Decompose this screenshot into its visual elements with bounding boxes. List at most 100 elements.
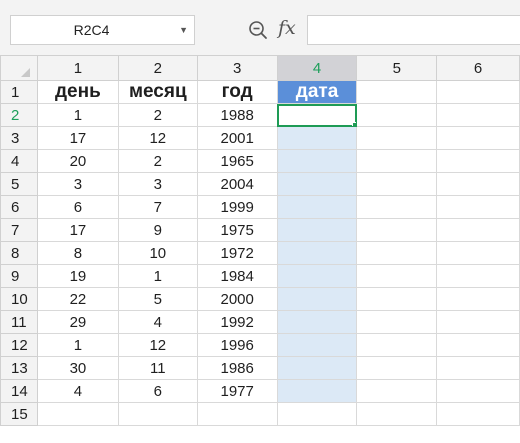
- cell-r11-c4[interactable]: [276, 310, 358, 334]
- cell-r9-c2[interactable]: 1: [117, 264, 198, 288]
- column-header-3[interactable]: 3: [196, 55, 278, 81]
- cell-r13-c3[interactable]: 1986: [196, 356, 278, 380]
- cell-r12-c1[interactable]: 1: [36, 333, 119, 357]
- cell-r3-c1[interactable]: 17: [36, 126, 119, 150]
- cell-r2-c5[interactable]: [356, 103, 438, 127]
- cell-r9-c3[interactable]: 1984: [196, 264, 278, 288]
- cell-r12-c4[interactable]: [276, 333, 358, 357]
- cell-r7-c4[interactable]: [276, 218, 358, 242]
- cell-r6-c2[interactable]: 7: [117, 195, 198, 219]
- cell-r1-c2[interactable]: месяц: [117, 80, 198, 104]
- cell-r9-c5[interactable]: [356, 264, 438, 288]
- cell-r4-c4[interactable]: [276, 149, 358, 173]
- cell-r2-c6[interactable]: [436, 103, 520, 127]
- row-header-14[interactable]: 14: [0, 379, 38, 403]
- cell-r14-c5[interactable]: [356, 379, 438, 403]
- row-header-7[interactable]: 7: [0, 218, 38, 242]
- row-header-15[interactable]: 15: [0, 402, 38, 426]
- cell-r14-c4[interactable]: [276, 379, 358, 403]
- column-header-1[interactable]: 1: [36, 55, 119, 81]
- cell-r13-c4[interactable]: [276, 356, 358, 380]
- row-header-10[interactable]: 10: [0, 287, 38, 311]
- cell-r5-c3[interactable]: 2004: [196, 172, 278, 196]
- cell-r8-c1[interactable]: 8: [36, 241, 119, 265]
- cell-r5-c1[interactable]: 3: [36, 172, 119, 196]
- cell-r9-c6[interactable]: [436, 264, 520, 288]
- cell-r12-c3[interactable]: 1996: [196, 333, 278, 357]
- cell-r13-c6[interactable]: [436, 356, 520, 380]
- cell-r2-c2[interactable]: 2: [117, 103, 198, 127]
- cell-r11-c6[interactable]: [436, 310, 520, 334]
- cell-r8-c5[interactable]: [356, 241, 438, 265]
- cell-r11-c2[interactable]: 4: [117, 310, 198, 334]
- chevron-down-icon[interactable]: ▼: [179, 16, 188, 44]
- column-header-2[interactable]: 2: [117, 55, 198, 81]
- zoom-icon[interactable]: [248, 20, 268, 40]
- row-header-4[interactable]: 4: [0, 149, 38, 173]
- cell-r14-c2[interactable]: 6: [117, 379, 198, 403]
- cell-r8-c6[interactable]: [436, 241, 520, 265]
- select-all-corner[interactable]: [0, 55, 38, 81]
- cell-r10-c6[interactable]: [436, 287, 520, 311]
- cell-r4-c3[interactable]: 1965: [196, 149, 278, 173]
- row-header-11[interactable]: 11: [0, 310, 38, 334]
- row-header-5[interactable]: 5: [0, 172, 38, 196]
- cell-r3-c4[interactable]: [276, 126, 358, 150]
- select-all-icon[interactable]: [21, 67, 30, 77]
- cell-r14-c6[interactable]: [436, 379, 520, 403]
- column-header-4[interactable]: 4: [276, 55, 358, 81]
- cell-r10-c4[interactable]: [276, 287, 358, 311]
- name-box[interactable]: R2C4 ▼: [10, 15, 195, 45]
- cell-r11-c5[interactable]: [356, 310, 438, 334]
- cell-r12-c5[interactable]: [356, 333, 438, 357]
- cell-r2-c3[interactable]: 1988: [196, 103, 278, 127]
- cell-r6-c3[interactable]: 1999: [196, 195, 278, 219]
- cell-r3-c5[interactable]: [356, 126, 438, 150]
- cell-r15-c1[interactable]: [36, 402, 119, 426]
- cell-r4-c6[interactable]: [436, 149, 520, 173]
- cell-r1-c6[interactable]: [436, 80, 520, 104]
- cell-r15-c4[interactable]: [276, 402, 358, 426]
- row-header-2[interactable]: 2: [0, 103, 38, 127]
- row-header-8[interactable]: 8: [0, 241, 38, 265]
- cell-r6-c5[interactable]: [356, 195, 438, 219]
- cell-r7-c3[interactable]: 1975: [196, 218, 278, 242]
- cell-r11-c3[interactable]: 1992: [196, 310, 278, 334]
- row-header-9[interactable]: 9: [0, 264, 38, 288]
- cell-r13-c2[interactable]: 11: [117, 356, 198, 380]
- cell-r2-c4[interactable]: [276, 103, 358, 127]
- row-header-12[interactable]: 12: [0, 333, 38, 357]
- cell-r9-c4[interactable]: [276, 264, 358, 288]
- cell-r5-c2[interactable]: 3: [117, 172, 198, 196]
- cell-r2-c1[interactable]: 1: [36, 103, 119, 127]
- cell-r10-c3[interactable]: 2000: [196, 287, 278, 311]
- cell-r6-c4[interactable]: [276, 195, 358, 219]
- cell-r3-c6[interactable]: [436, 126, 520, 150]
- cell-r5-c6[interactable]: [436, 172, 520, 196]
- fx-icon[interactable]: fx: [278, 16, 296, 40]
- cell-r10-c2[interactable]: 5: [117, 287, 198, 311]
- cell-r15-c3[interactable]: [196, 402, 278, 426]
- cell-r1-c5[interactable]: [356, 80, 438, 104]
- cell-r5-c4[interactable]: [276, 172, 358, 196]
- cell-r13-c5[interactable]: [356, 356, 438, 380]
- cell-r12-c2[interactable]: 12: [117, 333, 198, 357]
- row-header-6[interactable]: 6: [0, 195, 38, 219]
- cell-r1-c4[interactable]: дата: [276, 80, 358, 104]
- cell-r15-c2[interactable]: [117, 402, 198, 426]
- cell-r8-c4[interactable]: [276, 241, 358, 265]
- column-header-5[interactable]: 5: [356, 55, 438, 81]
- cell-r4-c2[interactable]: 2: [117, 149, 198, 173]
- cell-r12-c6[interactable]: [436, 333, 520, 357]
- cell-r10-c5[interactable]: [356, 287, 438, 311]
- cell-r3-c3[interactable]: 2001: [196, 126, 278, 150]
- cell-r7-c2[interactable]: 9: [117, 218, 198, 242]
- cell-r4-c5[interactable]: [356, 149, 438, 173]
- cell-r6-c6[interactable]: [436, 195, 520, 219]
- cell-r11-c1[interactable]: 29: [36, 310, 119, 334]
- cell-r15-c6[interactable]: [436, 402, 520, 426]
- cell-r13-c1[interactable]: 30: [36, 356, 119, 380]
- row-header-3[interactable]: 3: [0, 126, 38, 150]
- cell-r1-c3[interactable]: год: [196, 80, 278, 104]
- cell-r10-c1[interactable]: 22: [36, 287, 119, 311]
